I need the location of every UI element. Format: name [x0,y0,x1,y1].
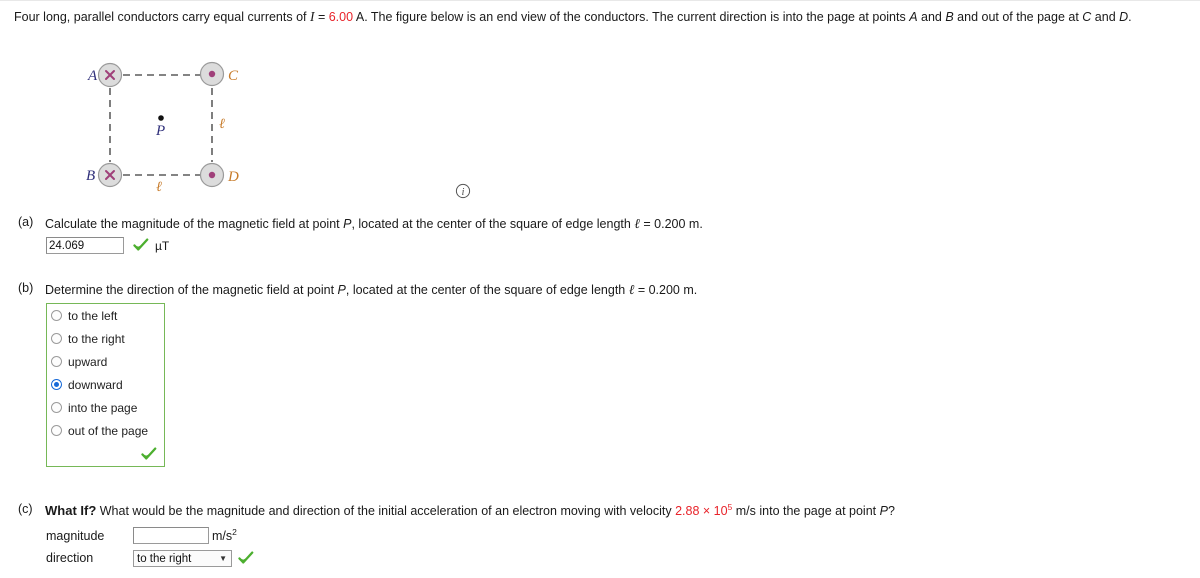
part-b-text-after: = 0.200 m. [634,283,698,297]
chevron-down-icon: ▼ [219,553,227,563]
magnitude-input[interactable] [133,527,209,544]
conductor-d [199,162,225,188]
radio-label-to-the-right: to the right [68,331,125,346]
part-a-question: Calculate the magnitude of the magnetic … [45,215,703,233]
radio-option-to-the-right[interactable]: to the right [47,327,164,350]
figure-label-a: A [87,68,98,84]
part-a-text-after: = 0.200 m. [639,217,703,231]
stem-point-b: B [945,10,954,24]
green-check-icon-c [238,551,254,566]
figure-label-d: D [227,169,239,185]
part-b-question: Determine the direction of the magnetic … [45,281,697,299]
part-b-text-before: Determine the direction of the magnetic … [45,283,338,297]
conductor-a [97,62,123,88]
direction-select-value: to the right [137,552,192,565]
stem-text-3: and out of the page at [953,10,1083,24]
part-b-point: P [337,283,346,297]
what-if-prefix: What If? [45,503,97,518]
stem-equals: = [314,10,329,24]
radio-label-to-the-left: to the left [68,308,118,323]
part-a-text-mid: , located at the center of the square of… [351,217,635,231]
answer-a-input[interactable] [46,237,124,254]
figure-edge-label-bottom: ℓ [156,180,162,195]
radio-button-downward[interactable] [51,379,62,390]
radio-button-upward[interactable] [51,356,62,367]
stem-text-1: Four long, parallel conductors carry equ… [14,10,310,24]
unit-a: µT [155,239,170,253]
radio-label-upward: upward [68,354,108,369]
svg-text:i: i [462,187,465,198]
magnitude-unit-base: m/s [212,529,233,543]
radio-button-to-the-right[interactable] [51,333,62,344]
current-value: 6.00 [328,10,354,24]
velocity-value: 2.88 × 10 [675,504,728,518]
stem-point-a: A [909,10,918,24]
stem-and-2: and [1091,10,1120,24]
part-c-question: What If? What would be the magnitude and… [45,502,895,520]
radio-option-out-of-the-page[interactable]: out of the page [47,419,164,442]
info-icon[interactable]: i [455,183,471,199]
part-c-label: (c) [18,502,33,516]
radio-option-downward[interactable]: downward [47,373,164,396]
direction-radio-group: to the left to the right upward downward… [46,303,165,467]
figure-label-c: C [228,68,239,84]
radio-option-into-the-page[interactable]: into the page [47,396,164,419]
conductor-b [97,162,123,188]
part-c-text-mid: m/s into the page at point [732,504,880,518]
magnitude-unit-exponent: 2 [232,526,237,537]
part-c-text-before: What would be the magnitude and directio… [96,504,676,518]
direction-select[interactable]: to the right ▼ [133,550,232,567]
radio-label-out-of-the-page: out of the page [68,423,149,438]
part-c-point: P [879,504,888,518]
part-a-label: (a) [18,215,34,229]
magnitude-label: magnitude [46,529,105,543]
stem-point-d: D [1119,10,1129,24]
stem-text-2: A. The figure below is an end view of th… [353,10,910,24]
radio-button-into-the-page[interactable] [51,402,62,413]
part-b-label: (b) [18,281,34,295]
radio-button-to-the-left[interactable] [51,310,62,321]
stem-and-1: and [917,10,946,24]
green-check-icon-a [133,238,149,253]
conductor-c [199,61,225,87]
stem-period: . [1128,10,1132,24]
radio-option-upward[interactable]: upward [47,350,164,373]
problem-statement: Four long, parallel conductors carry equ… [14,8,1189,26]
conductor-figure: A C B D P ℓ ℓ [60,50,480,210]
direction-label: direction [46,551,94,565]
figure-label-b: B [86,168,95,184]
part-a-text-before: Calculate the magnitude of the magnetic … [45,217,344,231]
radio-label-into-the-page: into the page [68,400,138,415]
figure-edge-label-right: ℓ [219,117,225,132]
radio-option-to-the-left[interactable]: to the left [47,304,164,327]
part-c-text-after: ? [887,504,895,518]
radio-button-out-of-the-page[interactable] [51,425,62,436]
radio-label-downward: downward [68,377,123,392]
point-p-marker [158,115,164,121]
green-check-icon-b [141,447,157,462]
part-b-text-mid: , located at the center of the square of… [345,283,629,297]
magnitude-unit: m/s2 [212,526,237,543]
figure-label-p: P [155,123,165,139]
stem-point-c: C [1082,10,1092,24]
page-top-divider [0,0,1200,1]
